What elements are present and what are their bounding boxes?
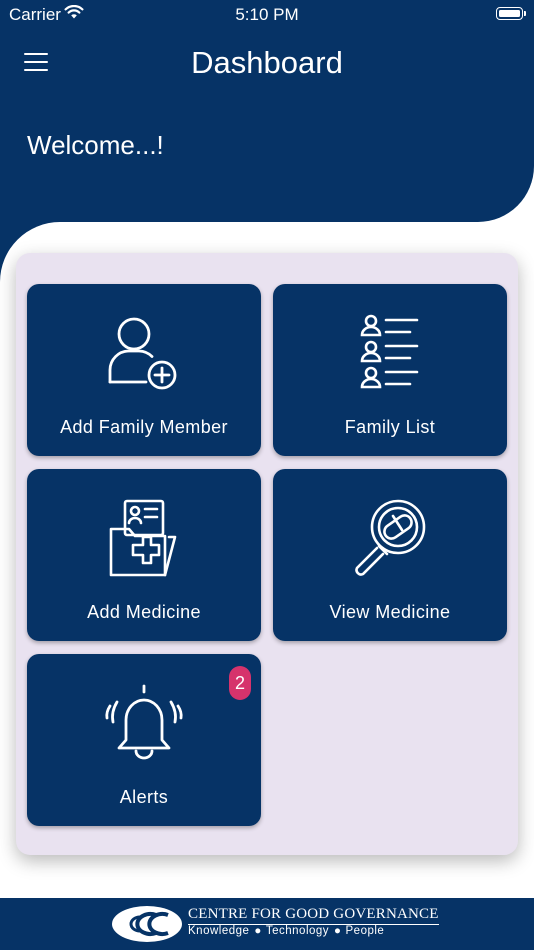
- tagline-technology: Technology: [265, 925, 330, 937]
- clock: 5:10 PM: [235, 5, 299, 24]
- add-family-member-tile[interactable]: Add Family Member: [27, 284, 261, 456]
- pill-magnifier-icon: [355, 499, 426, 576]
- bell-icon: [105, 684, 183, 760]
- battery-icon: [496, 7, 526, 20]
- header-background: [0, 0, 534, 222]
- dashboard-panel: Add Family Member Family List Add Medici…: [16, 253, 518, 855]
- tagline-people: People: [345, 925, 385, 937]
- tile-label: Alerts: [119, 787, 169, 807]
- add-user-icon: [108, 317, 177, 390]
- medical-folder-icon: [109, 499, 177, 577]
- family-list-icon: [360, 314, 419, 389]
- welcome-text: Welcome...!: [27, 130, 164, 160]
- view-medicine-tile[interactable]: View Medicine: [273, 469, 507, 641]
- tile-label: View Medicine: [329, 602, 451, 622]
- tile-label: Add Family Member: [60, 417, 228, 437]
- status-bar: Carrier 5:10 PM: [0, 0, 534, 30]
- tile-label: Family List: [344, 417, 436, 437]
- page-title: Dashboard: [191, 45, 343, 80]
- footer: CENTRE FOR GOOD GOVERNANCE Knowledge ● Tec…: [0, 898, 534, 950]
- tagline-knowledge: Knowledge: [188, 925, 250, 937]
- alerts-tile[interactable]: Alerts 2: [27, 654, 261, 826]
- org-name: CENTRE FOR GOOD GOVERNANCE: [188, 906, 439, 925]
- tile-label: Add Medicine: [87, 602, 201, 622]
- add-medicine-tile[interactable]: Add Medicine: [27, 469, 261, 641]
- alerts-badge: 2: [229, 666, 251, 700]
- family-list-tile[interactable]: Family List: [273, 284, 507, 456]
- cgg-logo: [112, 906, 182, 942]
- org-tagline: Knowledge ● Technology ● People: [188, 925, 385, 937]
